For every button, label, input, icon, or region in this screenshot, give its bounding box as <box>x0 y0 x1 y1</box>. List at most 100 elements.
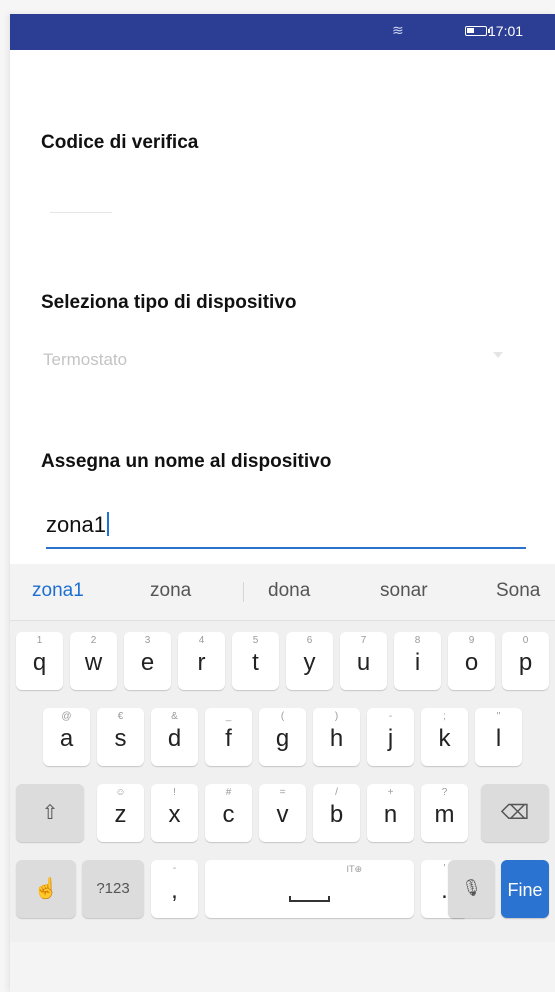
fine-key[interactable]: Fine <box>501 860 549 918</box>
key-e[interactable]: 3e <box>124 632 171 690</box>
key-w[interactable]: 2w <box>70 632 117 690</box>
key-char: a <box>59 725 74 752</box>
key-hint: 6 <box>306 635 313 646</box>
status-bar: ≋ 17:01 <box>10 14 555 50</box>
symbols-key[interactable]: ?123 <box>82 860 144 918</box>
device-type-dropdown[interactable]: Termostato <box>43 350 127 370</box>
enter-label: Fine <box>507 880 543 900</box>
key-hint: € <box>117 711 124 722</box>
key-hint: 9 <box>468 635 475 646</box>
key-char: k <box>438 725 451 752</box>
dropdown-arrow-icon[interactable] <box>493 352 503 358</box>
key-char: e <box>140 649 155 676</box>
key-k[interactable]: ; k <box>421 708 468 766</box>
suggestion-1[interactable]: zona1 <box>32 580 84 602</box>
key-char: z <box>114 801 127 828</box>
key-hint: 0 <box>522 635 529 646</box>
key-c[interactable]: # c <box>205 784 252 842</box>
suggestion-divider <box>243 582 244 602</box>
key-char: j <box>387 725 394 752</box>
key-char: h <box>329 725 344 752</box>
key-hint: 7 <box>360 635 367 646</box>
key-char: d <box>167 725 182 752</box>
key-l[interactable]: " l <box>475 708 522 766</box>
key-hint: - <box>172 863 177 874</box>
device-name-input[interactable]: zona1 <box>46 512 109 538</box>
key-b[interactable]: / b <box>313 784 360 842</box>
key-hint: - <box>388 711 393 722</box>
key-r[interactable]: 4r <box>178 632 225 690</box>
key-u[interactable]: 7u <box>340 632 387 690</box>
shift-key[interactable]: ⇧ <box>16 784 84 842</box>
key-hint: ; <box>443 711 446 722</box>
battery-icon <box>465 26 490 36</box>
key-char: r <box>197 649 206 676</box>
device-name-value: zona1 <box>46 512 106 537</box>
backspace-key[interactable]: ⌫ <box>481 784 549 842</box>
key-hint: @ <box>61 711 72 722</box>
space-key[interactable]: IT⊕ <box>205 860 414 918</box>
key-char: u <box>356 649 371 676</box>
key-x[interactable]: ! x <box>151 784 198 842</box>
key-d[interactable]: & d <box>151 708 198 766</box>
key-hint: 1 <box>36 635 43 646</box>
suggestion-3[interactable]: dona <box>268 580 310 602</box>
key-hint: 8 <box>414 635 421 646</box>
key-hint: + <box>387 787 394 798</box>
key-char: f <box>225 725 232 752</box>
shift-icon: ⇧ <box>41 802 59 824</box>
language-globe-icon: IT⊕ <box>346 864 362 874</box>
device-type-label: Seleziona tipo di dispositivo <box>41 292 297 313</box>
key-hint: _ <box>225 711 232 722</box>
suggestion-strip: zona1 zona dona sonar Sona <box>10 564 555 621</box>
key-hint: ( <box>280 711 285 722</box>
key-f[interactable]: _ f <box>205 708 252 766</box>
suggestion-4[interactable]: sonar <box>380 580 428 602</box>
soft-keyboard: zona1 zona dona sonar Sona 1q 2w 3e 4r 5… <box>10 564 555 992</box>
key-j[interactable]: -j <box>367 708 414 766</box>
gesture-key[interactable]: ☝ <box>16 860 76 918</box>
key-hint: 2 <box>90 635 97 646</box>
key-hint: " <box>496 711 501 722</box>
key-char: m <box>434 801 455 828</box>
key-g[interactable]: (g <box>259 708 306 766</box>
key-char: b <box>329 801 344 828</box>
key-i[interactable]: 8i <box>394 632 441 690</box>
key-t[interactable]: 5t <box>232 632 279 690</box>
key-hint: / <box>335 787 338 798</box>
key-y[interactable]: 6y <box>286 632 333 690</box>
key-char: l <box>495 725 502 752</box>
key-char: t <box>252 649 259 676</box>
key-v[interactable]: = v <box>259 784 306 842</box>
comma-key[interactable]: -, <box>151 860 198 918</box>
key-hint: 5 <box>252 635 259 646</box>
key-m[interactable]: ? m <box>421 784 468 842</box>
verification-code-input[interactable] <box>50 212 112 213</box>
space-icon <box>288 896 331 902</box>
key-o[interactable]: 9o <box>448 632 495 690</box>
symbols-label: ?123 <box>96 880 130 897</box>
key-n[interactable]: + n <box>367 784 414 842</box>
key-hint: = <box>279 787 286 798</box>
key-char: s <box>114 725 127 752</box>
key-char: p <box>518 649 533 676</box>
key-q[interactable]: 1q <box>16 632 63 690</box>
key-hint: 3 <box>144 635 151 646</box>
key-s[interactable]: € s <box>97 708 144 766</box>
backspace-icon: ⌫ <box>500 802 530 824</box>
mic-key[interactable]: 🎙 <box>448 860 495 918</box>
key-hint: & <box>171 711 178 722</box>
wifi-icon: ≋ <box>392 22 404 38</box>
key-char: x <box>168 801 181 828</box>
key-h[interactable]: ) h <box>313 708 360 766</box>
key-char: o <box>464 649 479 676</box>
key-hint: 4 <box>198 635 205 646</box>
key-hint: ? <box>441 787 448 798</box>
key-p[interactable]: 0p <box>502 632 549 690</box>
key-char: w <box>84 649 103 676</box>
suggestion-2[interactable]: zona <box>150 580 191 602</box>
key-z[interactable]: ☺ z <box>97 784 144 842</box>
navigation-bar <box>10 942 555 992</box>
key-a[interactable]: @ a <box>43 708 90 766</box>
suggestion-5[interactable]: Sona <box>496 580 540 602</box>
